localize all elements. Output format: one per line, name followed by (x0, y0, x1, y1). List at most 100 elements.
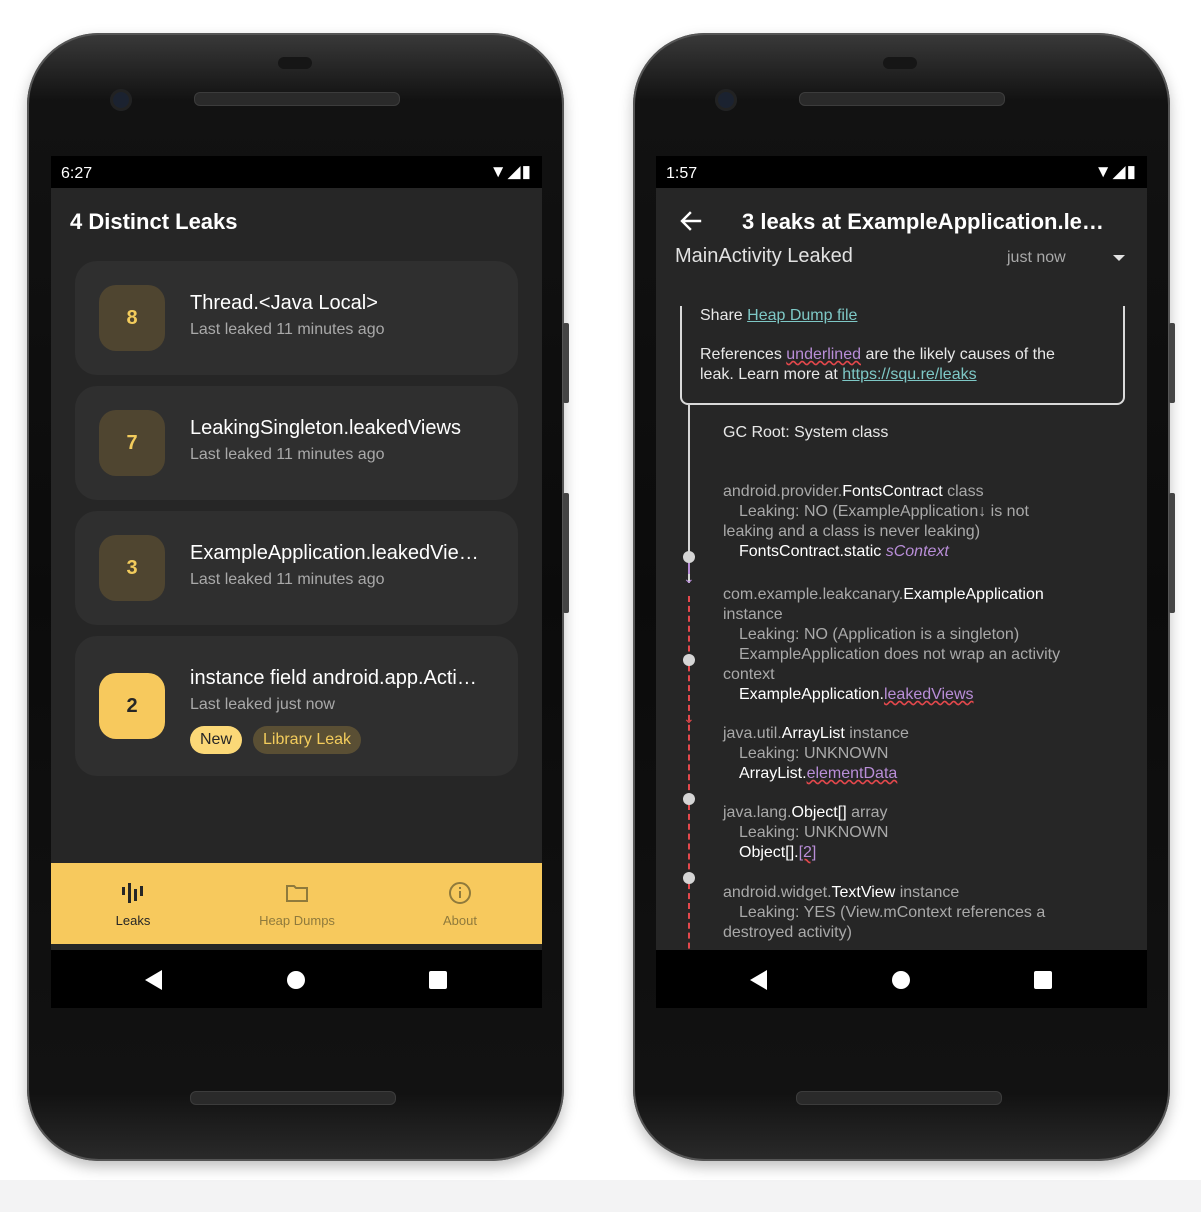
page-title: 3 leaks at ExampleApplication.le… (742, 209, 1104, 234)
node-kind: instance (895, 884, 960, 901)
phone-left: 6:27 ▼◢▮ 4 Distinct Leaks 8 Thread.<Java… (27, 33, 569, 1161)
status-bar: 6:27 ▼◢▮ (51, 156, 542, 188)
leak-count-badge: 8 (99, 285, 165, 351)
back-arrow-icon[interactable] (678, 208, 704, 234)
folder-icon (286, 885, 308, 902)
trace-node-dot (683, 551, 695, 563)
node-ref-class: Object[]. (739, 844, 799, 861)
chevron-down-icon[interactable] (1113, 255, 1125, 261)
nav-recents-icon[interactable] (429, 971, 447, 989)
nav-label: Leaks (115, 913, 151, 928)
page-bottom-strip (0, 1180, 1201, 1212)
status-bar: 1:57 ▼◢▮ (656, 156, 1147, 188)
top-speaker (799, 92, 1005, 106)
new-chip: New (190, 726, 243, 754)
status-time: 6:27 (61, 165, 93, 182)
leak-subtitle: Last leaked 11 minutes ago (190, 446, 385, 463)
node-kind: instance (723, 606, 783, 623)
earpiece-sensor (278, 57, 312, 69)
trace-node: android.provider.FontsContract class Lea… (723, 482, 1143, 562)
node-ref-class: FontsContract.static (739, 543, 886, 560)
info-box: Share Heap Dump file References underlin… (680, 306, 1125, 405)
nav-back-icon[interactable] (750, 970, 767, 990)
trace-node-dot (683, 654, 695, 666)
node-package: android.provider. (723, 483, 843, 500)
node-class: Object[] (791, 804, 847, 821)
info-icon (449, 882, 471, 904)
node-package: java.lang. (723, 804, 792, 821)
leak-title: Thread.<Java Local> (190, 292, 378, 314)
nav-tab-about[interactable]: About (378, 863, 542, 944)
references-line-2: leak. Learn more at https://squ.re/leaks (700, 365, 977, 385)
node-leaking: Leaking: NO (Application is a singleton) (739, 626, 1020, 643)
node-package: com.example.leakcanary. (723, 586, 904, 603)
node-leaking: Leaking: UNKNOWN (739, 745, 889, 762)
node-leaking: Leaking: UNKNOWN (739, 824, 889, 841)
node-leaking: Leaking: NO (ExampleApplication↓ is not (739, 503, 1029, 520)
leak-card[interactable]: 8 Thread.<Java Local> Last leaked 11 min… (75, 261, 518, 375)
share-line: Share Heap Dump file (700, 306, 857, 326)
status-icons: ▼◢▮ (489, 162, 532, 181)
front-camera (715, 89, 737, 111)
nav-home-icon[interactable] (892, 971, 910, 989)
nav-back-icon[interactable] (145, 970, 162, 990)
power-button (1169, 323, 1175, 403)
learn-more-link[interactable]: https://squ.re/leaks (842, 366, 976, 383)
system-nav-bar (51, 950, 542, 1008)
status-time: 1:57 (666, 165, 698, 182)
nav-recents-icon[interactable] (1034, 971, 1052, 989)
node-note-cont: context (723, 666, 775, 683)
leak-title: LeakingSingleton.leakedViews (190, 417, 461, 439)
node-package: java.util. (723, 725, 782, 742)
nav-home-icon[interactable] (287, 971, 305, 989)
leak-subtitle: Last leaked 11 minutes ago (190, 571, 385, 588)
node-ref-class: ExampleApplication. (739, 686, 884, 703)
gc-root: GC Root: System class (723, 424, 889, 441)
phone-right: 1:57 ▼◢▮ 3 leaks at ExampleApplication.l… (633, 33, 1175, 1161)
trace-node: android.widget.TextView instance Leaking… (723, 883, 1143, 943)
nav-label: Heap Dumps (259, 913, 335, 928)
refs-line2-prefix: leak. Learn more at (700, 366, 843, 383)
node-class: TextView (831, 884, 896, 901)
node-ref-field: elementData (806, 765, 898, 782)
refs-prefix: References (700, 346, 787, 363)
trace-node: java.lang.Object[] array Leaking: UNKNOW… (723, 803, 1143, 863)
bottom-speaker (796, 1091, 1002, 1105)
earpiece-sensor (883, 57, 917, 69)
nav-label: About (443, 913, 477, 928)
nav-tab-leaks[interactable]: Leaks (51, 863, 215, 944)
system-nav-bar (656, 950, 1147, 1008)
top-speaker (194, 92, 400, 106)
power-button (563, 323, 569, 403)
node-leaking-cont: leaking and a class is never leaking) (723, 523, 981, 540)
leak-title: instance field android.app.Acti… (190, 667, 477, 689)
leak-card[interactable]: 3 ExampleApplication.leakedVie… Last lea… (75, 511, 518, 625)
node-class: FontsContract (842, 483, 943, 500)
leak-card[interactable]: 7 LeakingSingleton.leakedViews Last leak… (75, 386, 518, 500)
node-package: android.widget. (723, 884, 832, 901)
leak-card[interactable]: 2 instance field android.app.Acti… Last … (75, 636, 518, 776)
node-class: ExampleApplication (903, 586, 1044, 603)
node-kind: array (846, 804, 888, 821)
page-title: 4 Distinct Leaks (70, 209, 238, 234)
library-leak-chip: Library Leak (253, 726, 362, 754)
leak-subtitle: Last leaked 11 minutes ago (190, 321, 385, 338)
node-ref-field: sContext (885, 543, 949, 560)
node-ref-field: [2] (798, 844, 817, 861)
arrow-down-icon: ⌄ (683, 570, 695, 586)
leak-count-badge: 7 (99, 410, 165, 476)
leak-subtitle: Last leaked just now (190, 696, 335, 713)
nav-tab-heap-dumps[interactable]: Heap Dumps (215, 863, 379, 944)
bottom-speaker (190, 1091, 396, 1105)
front-camera (110, 89, 132, 111)
leak-count-badge: 2 (99, 673, 165, 739)
node-note: ExampleApplication does not wrap an acti… (739, 646, 1061, 663)
screen-right: 1:57 ▼◢▮ 3 leaks at ExampleApplication.l… (656, 156, 1147, 1008)
node-leaking-cont: destroyed activity) (723, 924, 852, 941)
leak-time: just now (1007, 249, 1066, 266)
leak-count-badge: 3 (99, 535, 165, 601)
trace-node-dot (683, 793, 695, 805)
bottom-navigation: Leaks Heap Dumps About (51, 863, 542, 944)
heap-dump-link[interactable]: Heap Dump file (747, 307, 857, 324)
leak-title: ExampleApplication.leakedVie… (190, 542, 479, 564)
